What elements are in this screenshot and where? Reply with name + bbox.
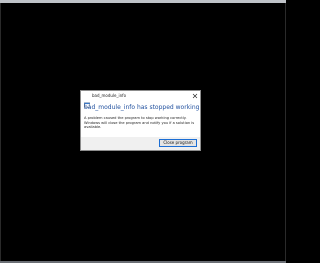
- screen-right-edge: [285, 3, 286, 261]
- close-program-button[interactable]: Close program: [159, 139, 197, 147]
- close-icon[interactable]: [191, 92, 199, 100]
- dialog-titlebar[interactable]: bad_module_info: [81, 91, 200, 108]
- error-dialog: bad_module_info bad_module_info has stop…: [80, 90, 201, 151]
- application-icon: [84, 93, 90, 108]
- screen-top-border: [0, 0, 286, 3]
- dialog-heading: bad_module_info has stopped working: [84, 104, 200, 111]
- desktop: bad_module_info bad_module_info has stop…: [0, 0, 286, 263]
- dialog-title: bad_module_info: [92, 93, 127, 98]
- dialog-message: A problem caused the program to stop wor…: [84, 116, 195, 130]
- dialog-footer: Close program: [81, 137, 200, 150]
- screen-left-edge: [0, 3, 1, 261]
